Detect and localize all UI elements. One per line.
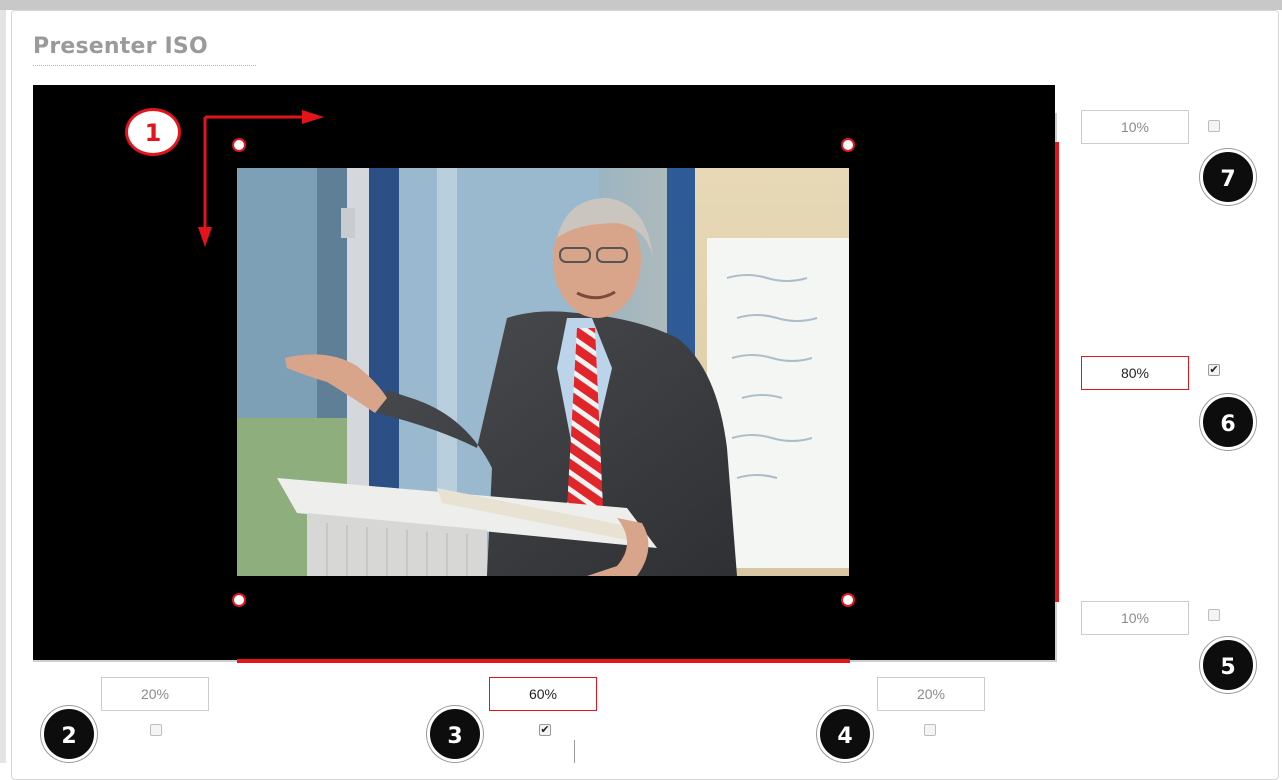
crop-handle-bottom-left[interactable] — [232, 593, 246, 607]
width-guide-line — [237, 659, 850, 663]
height-input[interactable]: 80% — [1081, 356, 1189, 390]
crop-handle-top-right[interactable] — [841, 138, 855, 152]
callout-2-badge: 2 — [41, 706, 97, 762]
callout-5-badge: 5 — [1200, 637, 1256, 693]
top-margin-checkbox[interactable] — [1208, 120, 1220, 132]
right-margin-input[interactable]: 20% — [877, 677, 985, 711]
callout-4-badge: 4 — [817, 706, 873, 762]
left-margin-checkbox[interactable] — [150, 724, 162, 736]
title-underline — [33, 65, 256, 66]
right-margin-checkbox[interactable] — [924, 724, 936, 736]
left-border — [0, 10, 6, 763]
top-margin-input[interactable]: 10% — [1081, 110, 1189, 144]
crop-handle-bottom-right[interactable] — [841, 593, 855, 607]
top-border — [0, 0, 1282, 10]
width-checkbox[interactable]: ✔ — [539, 724, 551, 736]
height-checkbox[interactable]: ✔ — [1208, 364, 1220, 376]
width-input[interactable]: 60% — [489, 677, 597, 711]
callout-6-badge: 6 — [1200, 394, 1256, 450]
center-tick — [574, 740, 575, 763]
callout-7-badge: 7 — [1200, 149, 1256, 205]
bottom-margin-input[interactable]: 10% — [1081, 601, 1189, 635]
bottom-margin-checkbox[interactable] — [1208, 609, 1220, 621]
callout-3-badge: 3 — [427, 706, 483, 762]
callout-1-badge: 1 — [125, 108, 181, 156]
height-guide-line — [1055, 142, 1059, 602]
origin-arrows-icon — [198, 110, 324, 247]
panel-title: Presenter ISO — [33, 34, 208, 59]
left-margin-input[interactable]: 20% — [101, 677, 209, 711]
